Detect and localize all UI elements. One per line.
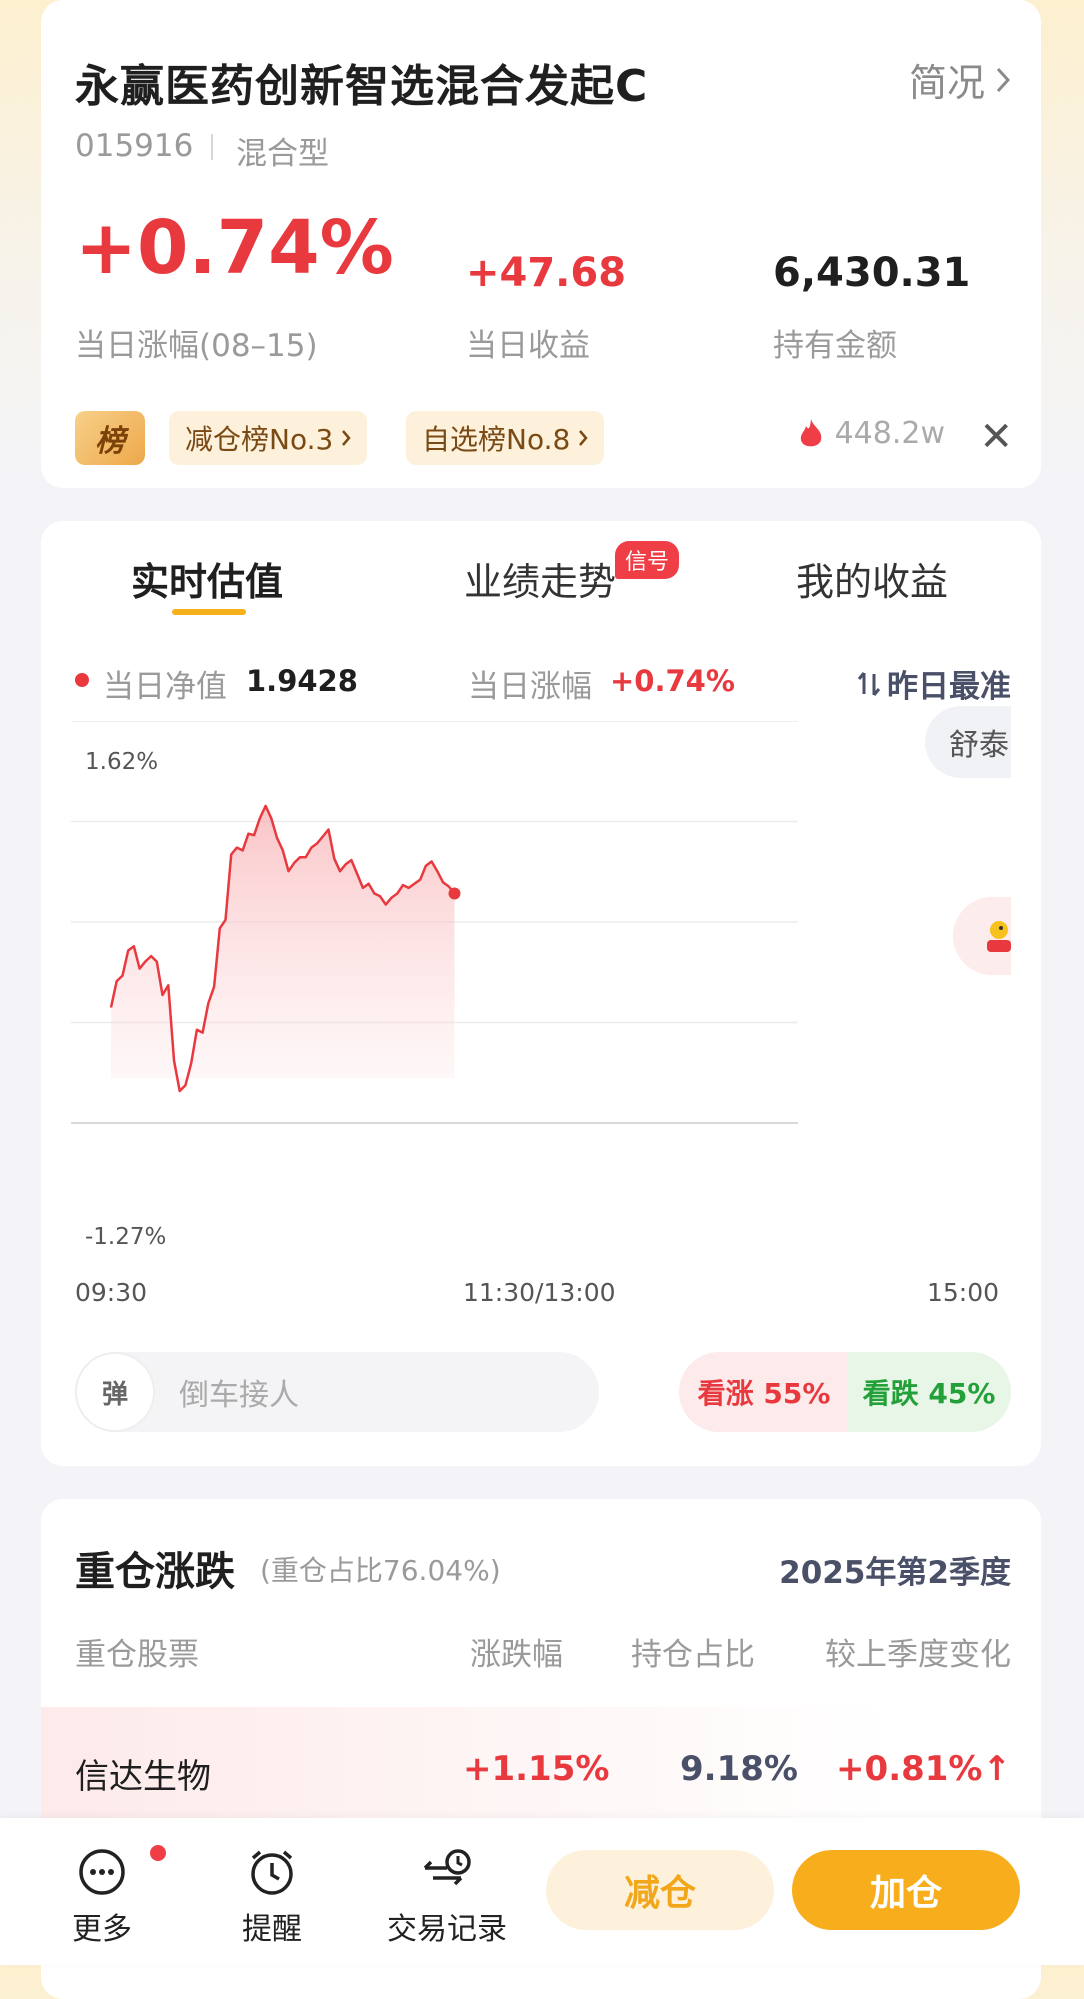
tab-realtime-estimate[interactable]: 实时估值 bbox=[131, 551, 283, 606]
more-icon bbox=[79, 1849, 125, 1895]
add-position-button[interactable]: 加仓 bbox=[792, 1850, 1020, 1930]
stock-delta-value: +0.81% bbox=[836, 1749, 983, 1789]
overview-label: 简况 bbox=[908, 61, 985, 105]
x-label-close: 15:00 bbox=[926, 1278, 999, 1307]
bottom-action-bar: 更多 提醒 交易记录 减仓 加仓 bbox=[0, 1818, 1084, 1965]
fund-summary-card: 永赢医药创新智选混合发起C 简况 015916 混合型 +0.74% +47.6… bbox=[41, 0, 1041, 488]
hot-count: 448.2w bbox=[797, 416, 945, 451]
holding-amount-value: 6,430.31 bbox=[773, 250, 971, 296]
trade-records-button[interactable]: 交易记录 bbox=[372, 1846, 522, 1948]
related-fund-label: 舒泰 bbox=[949, 728, 1009, 763]
legend-dot bbox=[75, 673, 89, 687]
close-icon[interactable]: ✕ bbox=[979, 414, 1013, 460]
divider bbox=[211, 134, 213, 160]
stock-name: 信达生物 bbox=[75, 1757, 211, 1797]
holding-amount-label: 持有金额 bbox=[773, 328, 897, 364]
overview-link[interactable]: 简况 bbox=[909, 52, 1011, 107]
stock-change: +1.15% bbox=[463, 1749, 610, 1789]
related-fund-pill[interactable]: 舒泰 bbox=[925, 706, 1011, 778]
latest-point bbox=[448, 887, 461, 900]
day-change-label: 当日涨幅(08–15) bbox=[75, 328, 318, 364]
rank-badge-icon: 榜 bbox=[75, 411, 145, 465]
chevron-right-icon bbox=[996, 67, 1011, 92]
col-header-weight[interactable]: 持仓占比 bbox=[631, 1629, 755, 1674]
more-label: 更多 bbox=[72, 1912, 132, 1947]
accuracy-label: 昨日最准 bbox=[887, 669, 1011, 705]
chip-label: 减仓榜No.3 bbox=[185, 423, 334, 456]
stock-weight: 9.18% bbox=[680, 1749, 798, 1789]
nav-label: 当日净值 bbox=[103, 669, 227, 705]
mascot-icon[interactable] bbox=[953, 897, 1011, 975]
x-label-midday: 11:30/13:00 bbox=[463, 1278, 616, 1307]
fire-icon bbox=[800, 418, 821, 446]
tab-performance[interactable]: 业绩走势 bbox=[464, 551, 616, 606]
fund-name: 永赢医药创新智选混合发起C bbox=[75, 61, 649, 112]
active-tab-indicator bbox=[172, 609, 246, 615]
alarm-clock-icon bbox=[251, 1850, 293, 1895]
rank-chip-watchlist[interactable]: 自选榜No.8 bbox=[406, 411, 605, 465]
vote-down-button[interactable]: 看跌 45% bbox=[847, 1352, 1011, 1432]
reduce-position-button[interactable]: 减仓 bbox=[546, 1850, 774, 1930]
signal-badge: 信号 bbox=[615, 541, 680, 579]
remind-button[interactable]: 提醒 bbox=[217, 1846, 327, 1948]
x-label-open: 09:30 bbox=[75, 1278, 148, 1307]
arrow-up-icon: ↑ bbox=[982, 1749, 1012, 1789]
col-header-delta[interactable]: 较上季度变化 bbox=[825, 1629, 1011, 1674]
hot-count-value: 448.2w bbox=[834, 416, 945, 451]
holdings-subtitle: (重仓占比76.04%) bbox=[260, 1554, 501, 1587]
danmu-icon[interactable]: 弹 bbox=[75, 1352, 155, 1432]
change-value: +0.74% bbox=[610, 664, 735, 698]
more-button[interactable]: 更多 bbox=[47, 1846, 157, 1948]
fund-type: 混合型 bbox=[236, 136, 329, 172]
remind-label: 提醒 bbox=[242, 1912, 302, 1947]
rank-chip-reduce[interactable]: 减仓榜No.3 bbox=[169, 411, 368, 465]
fund-code: 015916 bbox=[75, 128, 194, 164]
col-header-change[interactable]: 涨跌幅 bbox=[470, 1629, 563, 1674]
col-header-stock: 重仓股票 bbox=[75, 1637, 199, 1673]
holdings-title: 重仓涨跌 bbox=[75, 1549, 235, 1595]
tab-my-profit[interactable]: 我的收益 bbox=[796, 551, 948, 606]
estimate-chart[interactable] bbox=[71, 721, 811, 1241]
chevron-right-icon bbox=[579, 430, 588, 446]
nav-value: 1.9428 bbox=[246, 664, 358, 698]
history-icon bbox=[423, 1849, 471, 1886]
day-profit-label: 当日收益 bbox=[466, 328, 590, 364]
vote-up-button[interactable]: 看涨 55% bbox=[679, 1352, 849, 1432]
notification-dot bbox=[150, 1845, 166, 1861]
accuracy-switch[interactable]: 昨日最准 bbox=[857, 661, 1011, 706]
stock-delta: +0.81%↑ bbox=[836, 1749, 1011, 1789]
y-min-label: -1.27% bbox=[85, 1224, 167, 1250]
danmu-placeholder: 倒车接人 bbox=[179, 1378, 299, 1413]
change-label: 当日涨幅 bbox=[468, 669, 592, 705]
sort-icon bbox=[857, 671, 881, 696]
y-max-label: 1.62% bbox=[85, 749, 159, 775]
day-change-value: +0.74% bbox=[75, 205, 394, 291]
day-profit-value: +47.68 bbox=[466, 250, 627, 296]
chevron-right-icon bbox=[342, 430, 351, 446]
quarter-selector[interactable]: 2025年第2季度 bbox=[779, 1547, 1011, 1592]
danmu-input[interactable]: 弹 倒车接人 bbox=[75, 1352, 599, 1432]
duck-icon bbox=[987, 921, 1011, 952]
chip-label: 自选榜No.8 bbox=[422, 423, 571, 456]
estimate-card: 实时估值 业绩走势 信号 我的收益 当日净值 1.9428 当日涨幅 +0.74… bbox=[41, 521, 1041, 1466]
trade-records-label: 交易记录 bbox=[387, 1912, 507, 1947]
